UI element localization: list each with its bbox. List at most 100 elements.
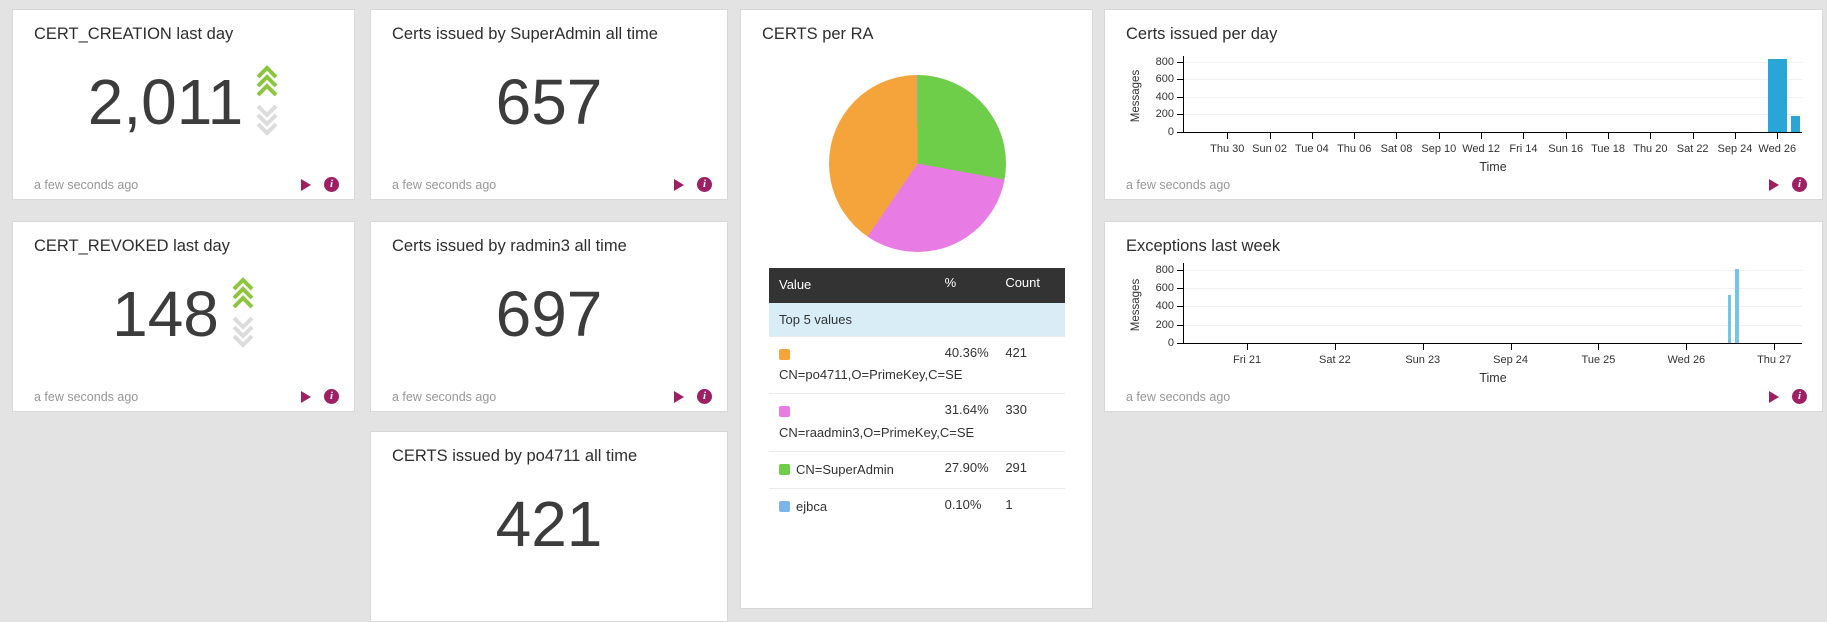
last-updated-text: a few seconds ago xyxy=(392,390,496,404)
x-axis-label: Time xyxy=(1184,371,1802,385)
y-tick-label: 600 xyxy=(1156,73,1174,85)
count-value: 2,011 xyxy=(88,70,243,134)
x-tick-mark xyxy=(1247,344,1248,350)
x-tick-label: Sat 22 xyxy=(1677,143,1709,155)
x-tick-mark xyxy=(1439,133,1440,139)
play-button[interactable] xyxy=(300,179,311,191)
play-button[interactable] xyxy=(673,179,684,191)
x-tick-mark xyxy=(1481,133,1482,139)
count-value: 421 xyxy=(496,492,603,556)
x-tick-mark xyxy=(1650,133,1651,139)
gridline xyxy=(1184,79,1802,80)
widget-cert-creation: CERT_CREATION last day 2,011 a few secon… xyxy=(12,9,355,200)
gridline xyxy=(1184,97,1802,98)
x-tick-mark xyxy=(1335,344,1336,350)
x-tick-label: Thu 27 xyxy=(1757,354,1791,366)
widget-certs-per-day: Certs issued per day Messages Time 02004… xyxy=(1104,9,1823,200)
trend-indicator xyxy=(255,65,279,136)
y-tick-mark xyxy=(1177,62,1183,63)
last-updated-text: a few seconds ago xyxy=(1126,390,1230,404)
bar xyxy=(1768,59,1787,132)
table-row: CN=po4711,O=PrimeKey,C=SE40.36%421 xyxy=(769,336,1065,393)
percent-cell: 31.64% xyxy=(945,402,1006,417)
trend-up-icon xyxy=(231,277,255,311)
series-label-cell: ejbca xyxy=(779,497,945,517)
x-tick-mark xyxy=(1312,133,1313,139)
x-tick-label: Sun 02 xyxy=(1252,143,1287,155)
widget-title: CERT_CREATION last day xyxy=(34,25,233,44)
series-color-swatch xyxy=(779,406,790,417)
table-row: CN=SuperAdmin27.90%291 xyxy=(769,451,1065,488)
y-tick-mark xyxy=(1177,288,1183,289)
series-label-cell: CN=SuperAdmin xyxy=(779,460,945,480)
x-tick-label: Thu 20 xyxy=(1633,143,1667,155)
series-color-swatch xyxy=(779,501,790,512)
play-button[interactable] xyxy=(1768,391,1779,403)
x-tick-mark xyxy=(1735,133,1736,139)
info-button[interactable]: i xyxy=(697,177,712,192)
info-button[interactable]: i xyxy=(324,177,339,192)
last-updated-text: a few seconds ago xyxy=(1126,178,1230,192)
y-tick-mark xyxy=(1177,325,1183,326)
y-tick-label: 0 xyxy=(1168,337,1174,349)
bar-chart: Time 0200400600800Thu 30Sun 02Tue 04Thu … xyxy=(1183,56,1802,133)
bar-chart: Time 0200400600800Fri 21Sat 22Sun 23Sep … xyxy=(1183,263,1802,344)
play-button[interactable] xyxy=(1768,179,1779,191)
bar xyxy=(1728,295,1731,343)
widget-exceptions: Exceptions last week Messages Time 02004… xyxy=(1104,221,1823,412)
gridline xyxy=(1184,270,1802,271)
x-tick-mark xyxy=(1774,344,1775,350)
widget-title: CERT_REVOKED last day xyxy=(34,237,230,256)
widget-radmin3: Certs issued by radmin3 all time 697 a f… xyxy=(370,221,728,412)
x-tick-mark xyxy=(1686,344,1687,350)
info-button[interactable]: i xyxy=(1792,177,1807,192)
play-button[interactable] xyxy=(673,391,684,403)
x-tick-label: Fri 21 xyxy=(1233,354,1261,366)
y-tick-mark xyxy=(1177,306,1183,307)
count-value: 657 xyxy=(496,70,603,134)
table-row: ejbca0.10%1 xyxy=(769,488,1065,525)
gridline xyxy=(1184,114,1802,115)
pie-chart xyxy=(829,75,1006,252)
x-tick-label: Sep 24 xyxy=(1493,354,1528,366)
table-subheader: Top 5 values xyxy=(769,303,1065,336)
series-color-swatch xyxy=(779,464,790,475)
x-tick-label: Sep 24 xyxy=(1718,143,1753,155)
x-tick-mark xyxy=(1354,133,1355,139)
x-tick-label: Wed 26 xyxy=(1758,143,1796,155)
widget-title: Certs issued by SuperAdmin all time xyxy=(392,25,658,44)
widget-title: CERTS per RA xyxy=(762,25,874,44)
last-updated-text: a few seconds ago xyxy=(392,178,496,192)
count-cell: 421 xyxy=(1005,345,1055,360)
y-tick-label: 800 xyxy=(1156,264,1174,276)
y-tick-label: 800 xyxy=(1156,56,1174,68)
x-tick-label: Tue 18 xyxy=(1591,143,1625,155)
series-label-cell: CN=po4711,O=PrimeKey,C=SE xyxy=(779,345,945,385)
x-tick-label: Fri 14 xyxy=(1509,143,1537,155)
table-header-row: Value%Count xyxy=(769,268,1065,303)
x-tick-mark xyxy=(1777,133,1778,139)
percent-cell: 27.90% xyxy=(945,460,1006,475)
y-tick-mark xyxy=(1177,343,1183,344)
x-tick-label: Sep 10 xyxy=(1421,143,1456,155)
x-tick-label: Thu 30 xyxy=(1210,143,1244,155)
play-button[interactable] xyxy=(300,391,311,403)
x-tick-label: Sat 22 xyxy=(1319,354,1351,366)
info-button[interactable]: i xyxy=(697,389,712,404)
y-axis-label: Messages xyxy=(1130,265,1142,345)
info-button[interactable]: i xyxy=(1792,389,1807,404)
widget-po4711: CERTS issued by po4711 all time 421 xyxy=(370,431,728,622)
info-button[interactable]: i xyxy=(324,389,339,404)
bar xyxy=(1791,116,1800,132)
table-header-cell: Value xyxy=(779,275,945,295)
bar xyxy=(1735,269,1739,343)
series-label-cell: CN=raadmin3,O=PrimeKey,C=SE xyxy=(779,402,945,442)
x-tick-mark xyxy=(1566,133,1567,139)
gridline xyxy=(1184,288,1802,289)
x-tick-label: Sun 16 xyxy=(1548,143,1583,155)
y-tick-mark xyxy=(1177,79,1183,80)
last-updated-text: a few seconds ago xyxy=(34,178,138,192)
count-cell: 330 xyxy=(1005,402,1055,417)
y-tick-label: 200 xyxy=(1156,319,1174,331)
last-updated-text: a few seconds ago xyxy=(34,390,138,404)
